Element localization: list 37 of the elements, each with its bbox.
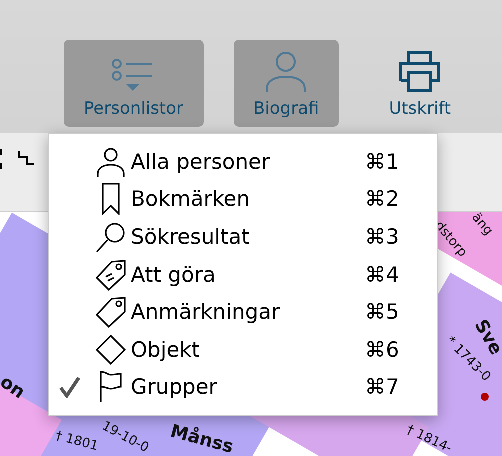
flag-icon: [99, 371, 123, 404]
bookmark-icon: [100, 183, 122, 216]
menu-item-label: Att göra: [131, 262, 217, 287]
menu-item[interactable]: Objekt ⌘6: [49, 330, 437, 368]
menu-item[interactable]: Sökresultat ⌘3: [49, 218, 437, 256]
diagram-label: † 1801: [54, 428, 100, 454]
menu-item[interactable]: Att göra ⌘4: [49, 256, 437, 294]
menu-item-label: Objekt: [131, 338, 202, 362]
person-icon: [264, 51, 308, 93]
menu-item-label: Alla personer: [131, 150, 272, 174]
printer-icon: [399, 51, 442, 93]
diagram-label: on: [0, 372, 29, 404]
person-icon: [95, 146, 127, 178]
menu-item-label: Anmärkningar: [131, 300, 282, 324]
menu-item-label: Bokmärken: [131, 187, 252, 212]
tag-icon: [95, 296, 127, 328]
menu-item-label: Sökresultat: [131, 224, 251, 249]
location-pin-icon: [480, 392, 490, 402]
tag-with-lines-icon: [95, 258, 127, 291]
menu-item[interactable]: Anmärkningar ⌘5: [49, 293, 437, 331]
menu-item-label: Grupper: [131, 375, 218, 400]
shortcut-label: ⌘7: [365, 375, 400, 400]
menu-item[interactable]: Alla personer ⌘1: [49, 143, 437, 181]
search-icon: [95, 220, 127, 253]
toolbar-button[interactable]: Utskrift: [369, 40, 472, 127]
shortcut-label: ⌘2: [365, 187, 400, 212]
diamond-icon: [95, 334, 127, 366]
diagram-label: † 1814-: [404, 422, 454, 456]
shortcut-label: ⌘3: [365, 224, 400, 249]
shortcut-label: ⌘4: [365, 262, 400, 287]
menu-item[interactable]: Grupper ⌘7: [49, 368, 437, 406]
shortcut-label: ⌘6: [365, 338, 400, 362]
menu-item[interactable]: Bokmärken ⌘2: [49, 180, 437, 218]
diagram-label: Månss: [168, 421, 236, 456]
step-line-icon: [18, 151, 34, 165]
shortcut-label: ⌘5: [365, 300, 400, 324]
shortcut-label: ⌘1: [365, 150, 400, 174]
